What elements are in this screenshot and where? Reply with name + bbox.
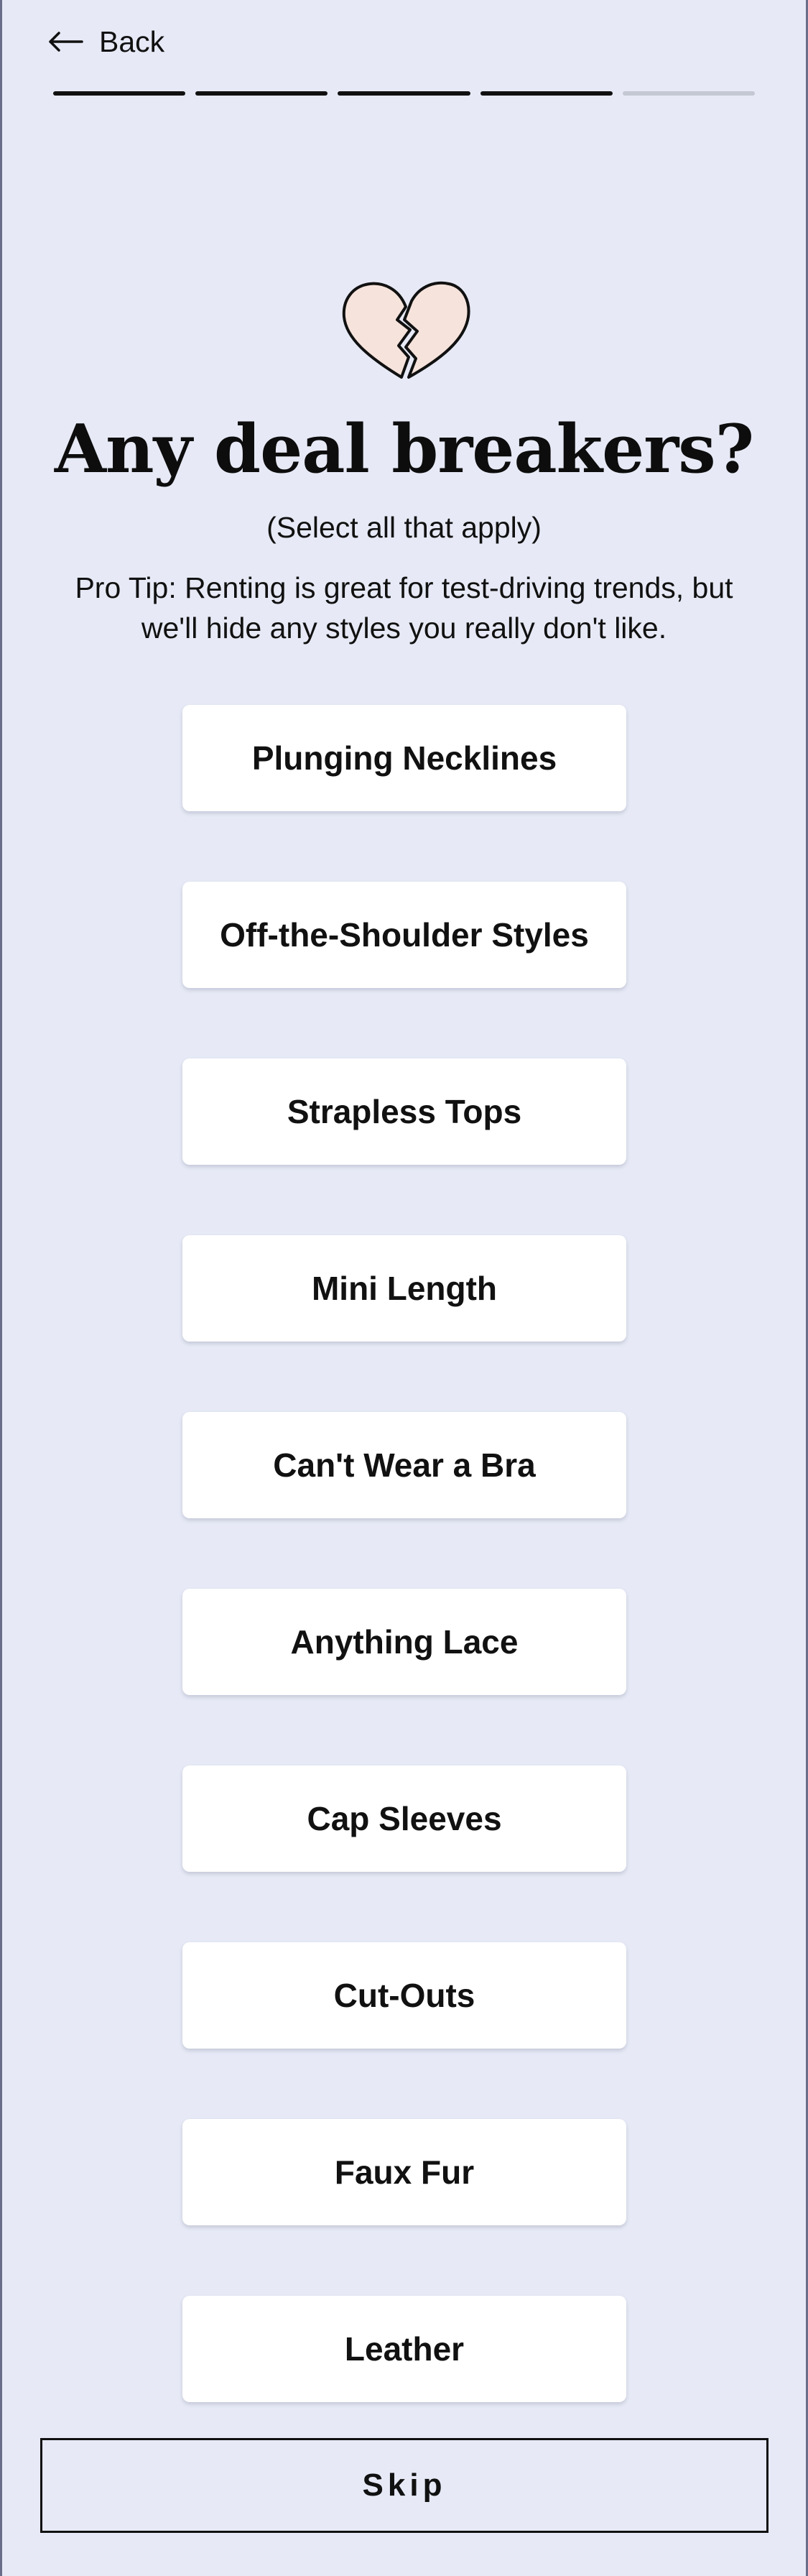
- option-off-the-shoulder-styles[interactable]: Off-the-Shoulder Styles: [182, 882, 626, 988]
- progress-segment: [338, 91, 470, 96]
- page-subtitle: (Select all that apply): [266, 511, 542, 544]
- option-plunging-necklines[interactable]: Plunging Necklines: [182, 705, 626, 811]
- progress-bar: [53, 91, 756, 96]
- back-label: Back: [99, 24, 165, 58]
- option-cant-wear-a-bra[interactable]: Can't Wear a Bra: [182, 1412, 626, 1518]
- option-leather[interactable]: Leather: [182, 2296, 626, 2402]
- option-cut-outs[interactable]: Cut-Outs: [182, 1942, 626, 2049]
- option-faux-fur[interactable]: Faux Fur: [182, 2119, 626, 2225]
- progress-segment: [480, 91, 613, 96]
- progress-segment: [622, 91, 756, 96]
- skip-button[interactable]: Skip: [40, 2438, 768, 2533]
- option-cap-sleeves[interactable]: Cap Sleeves: [182, 1765, 626, 1872]
- deal-breaker-options: Plunging Necklines Off-the-Shoulder Styl…: [182, 705, 626, 2473]
- back-button[interactable]: Back: [47, 16, 164, 68]
- option-strapless-tops[interactable]: Strapless Tops: [182, 1058, 626, 1165]
- progress-segment: [195, 91, 328, 96]
- arrow-left-icon: [49, 32, 83, 52]
- page-title: Any deal breakers?: [54, 410, 754, 488]
- option-mini-length[interactable]: Mini Length: [182, 1235, 626, 1342]
- pro-tip-text: Pro Tip: Renting is great for test-drivi…: [75, 571, 733, 645]
- option-anything-lace[interactable]: Anything Lace: [182, 1589, 626, 1695]
- broken-heart-icon: [342, 281, 470, 379]
- progress-segment: [53, 91, 186, 96]
